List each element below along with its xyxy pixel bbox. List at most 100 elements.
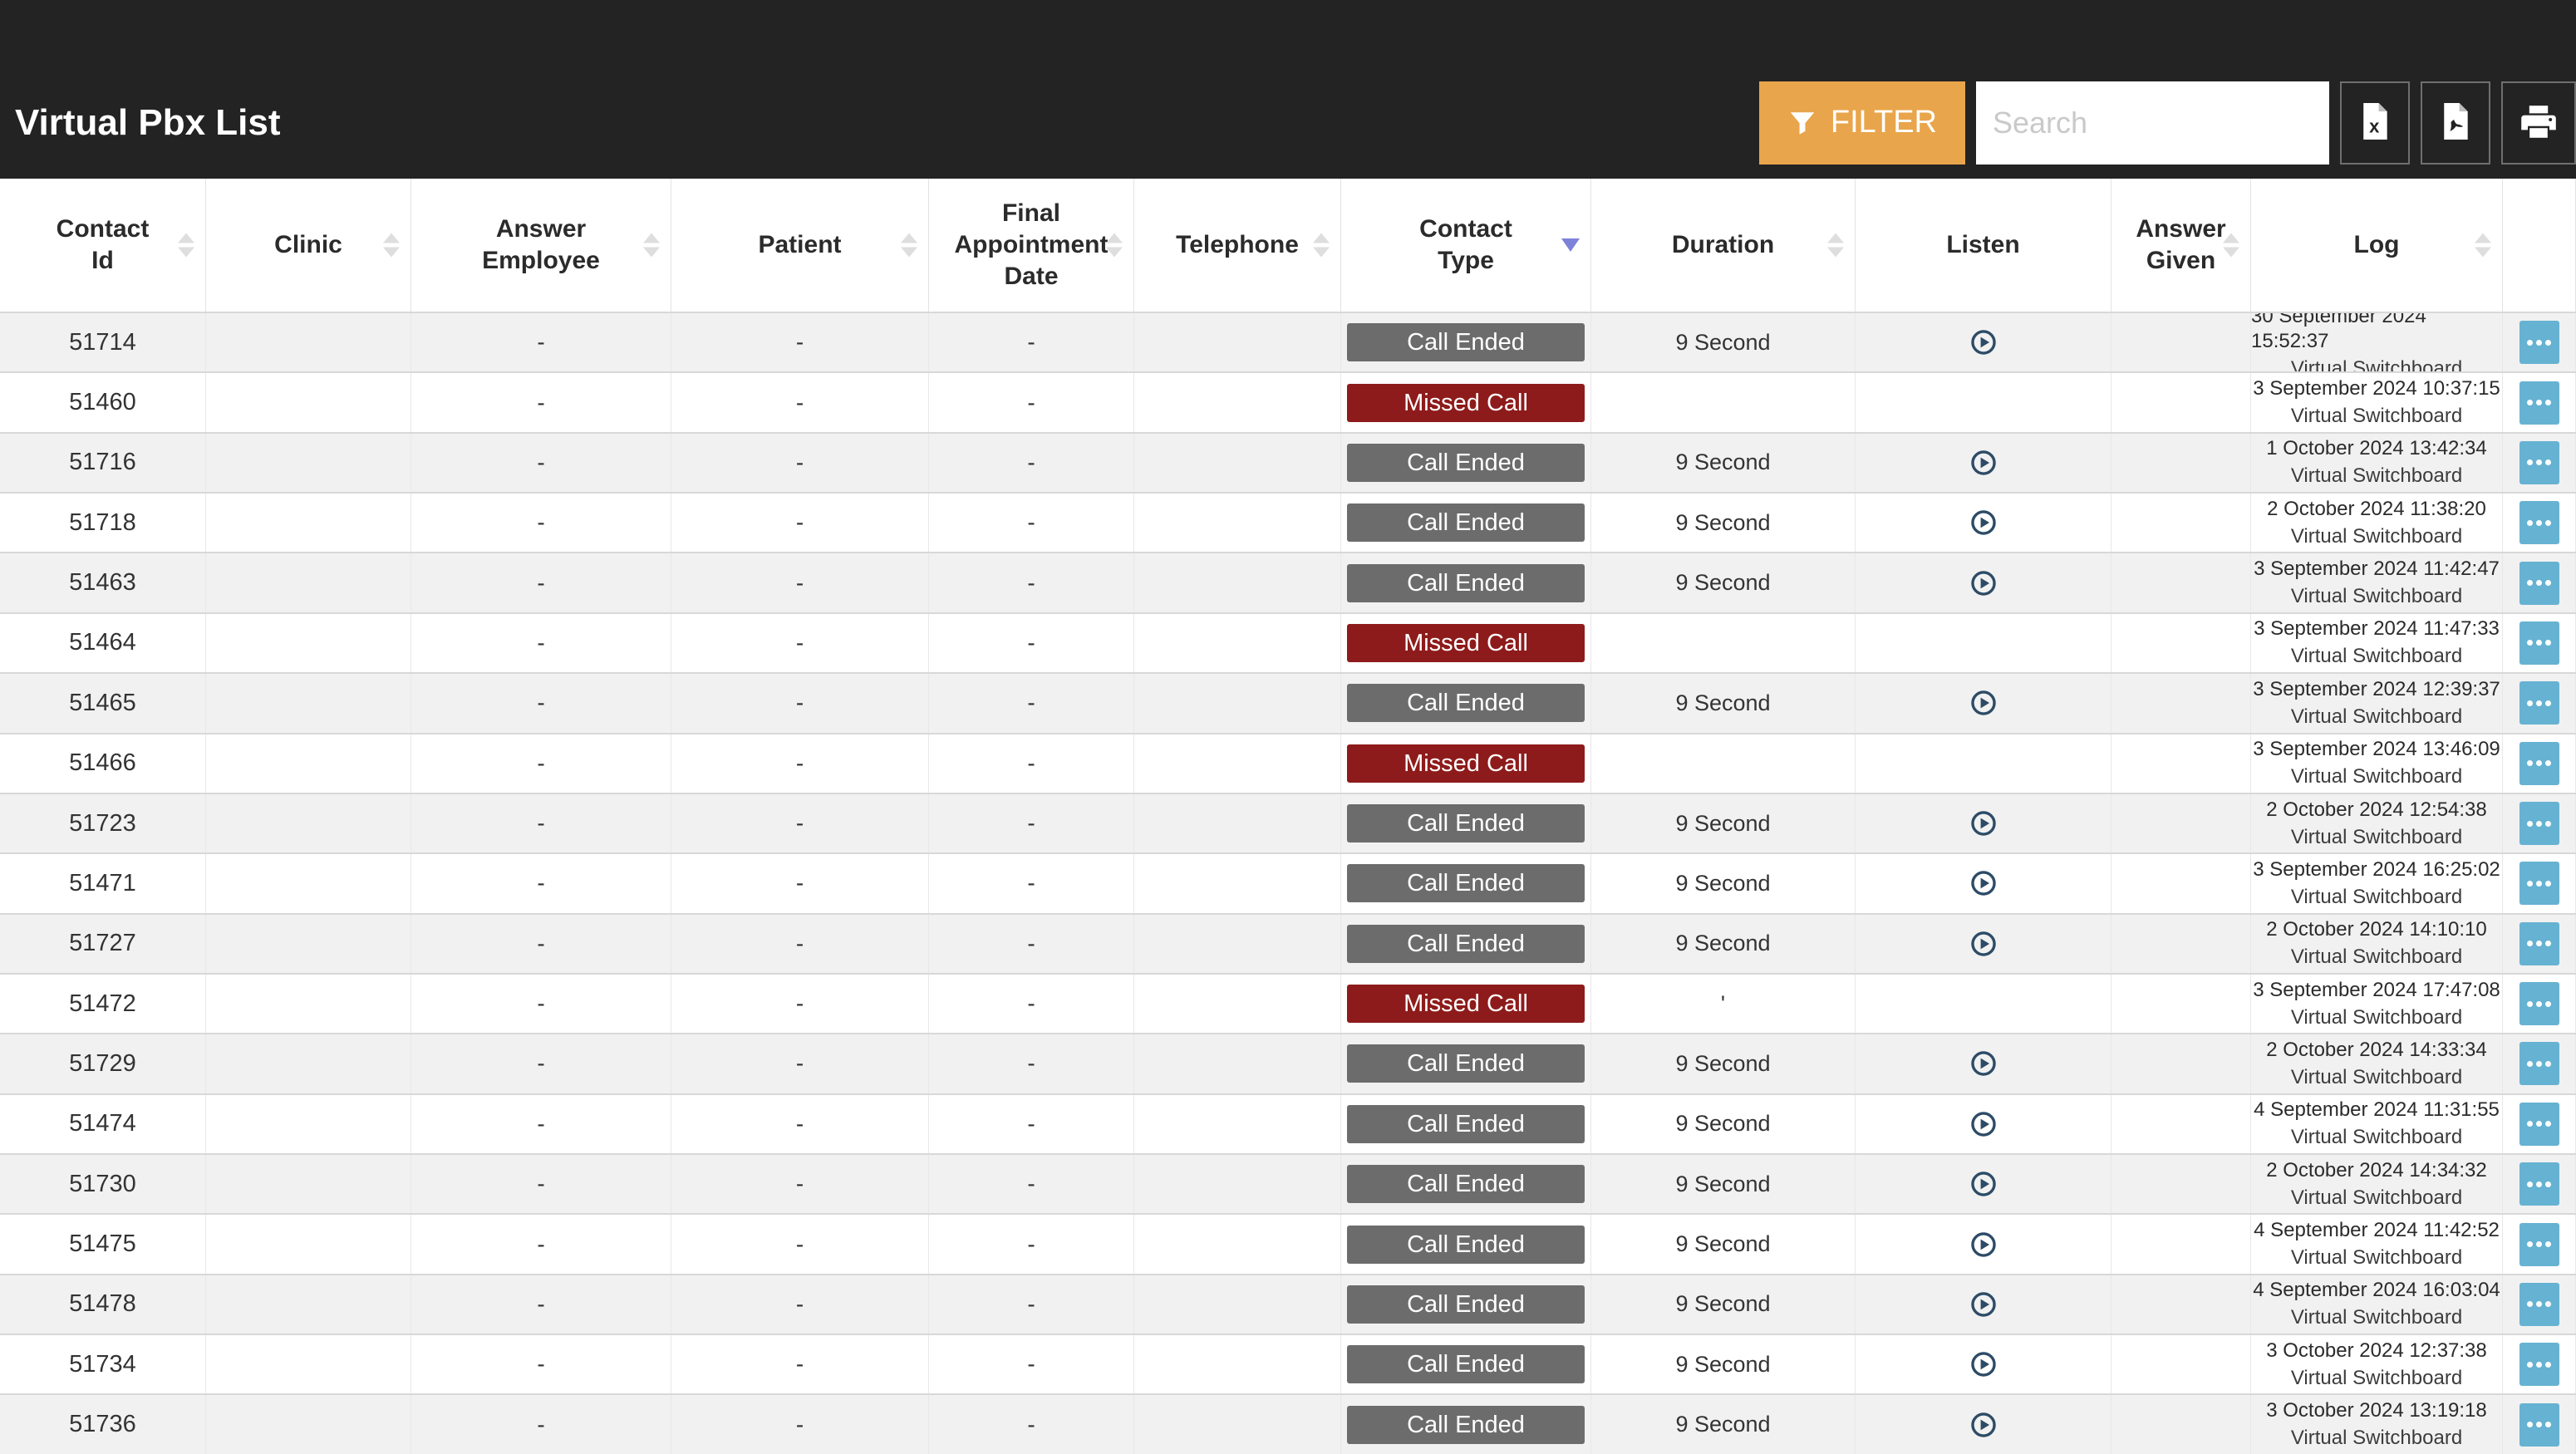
play-button[interactable] <box>1967 1348 2000 1381</box>
row-actions-button[interactable] <box>2519 681 2559 725</box>
caret-up-icon <box>2223 233 2239 243</box>
column-header-label: Contact Id <box>49 214 157 277</box>
log-timestamp: 30 September 2024 15:52:37 <box>2251 313 2502 354</box>
table-row: 51478---Call Ended9 Second4 September 20… <box>0 1274 2576 1334</box>
column-header-answer_employee[interactable]: Answer Employee <box>411 179 671 312</box>
export-excel-button[interactable]: x <box>2340 81 2410 165</box>
ellipsis-dot <box>2545 520 2551 526</box>
clinic-cell <box>206 794 411 852</box>
row-actions-button[interactable] <box>2519 1403 2559 1447</box>
play-button[interactable] <box>1967 1408 2000 1442</box>
table-body: 51714---Call Ended9 Second30 September 2… <box>0 312 2576 1454</box>
duration-cell <box>1591 373 1856 431</box>
row-actions-button[interactable] <box>2519 381 2559 425</box>
column-header-log[interactable]: Log <box>2251 179 2503 312</box>
play-button[interactable] <box>1967 1108 2000 1141</box>
log-source: Virtual Switchboard <box>2291 1366 2462 1391</box>
listen-cell <box>1856 614 2111 672</box>
column-header-answer_given[interactable]: Answer Given <box>2111 179 2251 312</box>
column-header-final_appointment_date[interactable]: Final Appointment Date <box>929 179 1134 312</box>
play-button[interactable] <box>1967 567 2000 600</box>
row-actions-button[interactable] <box>2519 1103 2559 1146</box>
actions-cell <box>2503 1155 2576 1213</box>
listen-cell <box>1856 1215 2111 1273</box>
row-actions-button[interactable] <box>2519 1162 2559 1206</box>
table-row: 51727---Call Ended9 Second2 October 2024… <box>0 913 2576 973</box>
caret-up-icon <box>1313 233 1330 243</box>
row-actions-button[interactable] <box>2519 441 2559 484</box>
log-cell: 3 September 2024 10:37:15Virtual Switchb… <box>2251 373 2503 431</box>
actions-cell <box>2503 734 2576 793</box>
telephone-cell <box>1134 553 1341 612</box>
ellipsis-dot <box>2536 821 2542 827</box>
column-header-patient[interactable]: Patient <box>671 179 929 312</box>
row-actions-button[interactable] <box>2519 1283 2559 1326</box>
answer-given-cell <box>2111 494 2251 552</box>
column-header-contact_id[interactable]: Contact Id <box>0 179 206 312</box>
actions-cell <box>2503 915 2576 973</box>
play-button[interactable] <box>1967 867 2000 900</box>
clinic-cell <box>206 434 411 492</box>
patient-cell: - <box>671 1335 929 1393</box>
answer-given-cell <box>2111 1275 2251 1334</box>
log-timestamp: 4 September 2024 16:03:04 <box>2253 1278 2500 1303</box>
filter-button[interactable]: FILTER <box>1759 81 1965 165</box>
play-button[interactable] <box>1967 1047 2000 1080</box>
patient-cell: - <box>671 614 929 672</box>
log-source: Virtual Switchboard <box>2291 885 2462 910</box>
log-timestamp: 3 September 2024 11:47:33 <box>2254 616 2500 641</box>
actions-cell <box>2503 975 2576 1033</box>
sort-icon <box>1106 233 1123 258</box>
log-timestamp: 3 September 2024 11:42:47 <box>2254 557 2500 582</box>
answer-employee-cell: - <box>411 734 671 793</box>
row-actions-button[interactable] <box>2519 1343 2559 1386</box>
column-header-clinic[interactable]: Clinic <box>206 179 411 312</box>
play-button[interactable] <box>1967 446 2000 479</box>
play-button[interactable] <box>1967 807 2000 840</box>
play-button[interactable] <box>1967 1167 2000 1201</box>
play-button[interactable] <box>1967 686 2000 720</box>
play-button[interactable] <box>1967 1288 2000 1321</box>
print-button[interactable] <box>2501 81 2576 165</box>
ellipsis-dot <box>2536 1061 2542 1067</box>
contact-type-cell: Missed Call <box>1341 734 1591 793</box>
column-header-label: Answer Employee <box>469 214 614 277</box>
row-actions-button[interactable] <box>2519 562 2559 605</box>
row-actions-button[interactable] <box>2519 621 2559 665</box>
export-pdf-button[interactable] <box>2421 81 2490 165</box>
play-button[interactable] <box>1967 1228 2000 1261</box>
answer-employee-cell: - <box>411 1095 671 1153</box>
log-cell: 3 September 2024 12:39:37Virtual Switchb… <box>2251 674 2503 732</box>
column-header-contact_type[interactable]: Contact Type <box>1341 179 1591 312</box>
row-actions-button[interactable] <box>2519 1042 2559 1085</box>
log-timestamp: 3 September 2024 17:47:08 <box>2253 978 2500 1003</box>
log-source: Virtual Switchboard <box>2291 1186 2462 1211</box>
ellipsis-dot <box>2527 580 2533 586</box>
column-header-duration[interactable]: Duration <box>1591 179 1856 312</box>
row-actions-button[interactable] <box>2519 501 2559 544</box>
log-source: Virtual Switchboard <box>2291 644 2462 669</box>
ellipsis-dot <box>2545 760 2551 766</box>
row-actions-button[interactable] <box>2519 321 2559 364</box>
play-button[interactable] <box>1967 927 2000 960</box>
contact-type-cell: Call Ended <box>1341 313 1591 371</box>
duration-cell: 9 Second <box>1591 313 1856 371</box>
row-actions-button[interactable] <box>2519 802 2559 845</box>
answer-employee-cell: - <box>411 1395 671 1453</box>
row-actions-button[interactable] <box>2519 862 2559 905</box>
listen-cell <box>1856 854 2111 912</box>
play-button[interactable] <box>1967 506 2000 539</box>
actions-cell <box>2503 313 2576 371</box>
caret-down-icon <box>178 248 194 258</box>
caret-up-icon <box>2475 233 2491 243</box>
sort-desc-icon <box>1561 238 1580 252</box>
play-button[interactable] <box>1967 326 2000 359</box>
row-actions-button[interactable] <box>2519 742 2559 785</box>
row-actions-button[interactable] <box>2519 1223 2559 1266</box>
final-appointment-date-cell: - <box>929 1155 1134 1213</box>
telephone-cell <box>1134 1395 1341 1453</box>
search-input[interactable] <box>1976 81 2329 165</box>
row-actions-button[interactable] <box>2519 982 2559 1025</box>
row-actions-button[interactable] <box>2519 922 2559 965</box>
column-header-telephone[interactable]: Telephone <box>1134 179 1341 312</box>
